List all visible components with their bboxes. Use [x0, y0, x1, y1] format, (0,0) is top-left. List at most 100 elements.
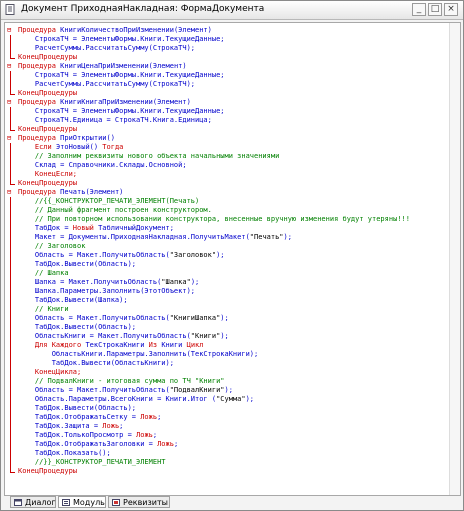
fold-toggle-icon[interactable]: ⊟: [7, 188, 16, 197]
code-token: ПриОткрытии(): [60, 134, 115, 142]
code-line: Склад = Справочники.Склады.Основной;: [18, 161, 187, 170]
code-token: Процедура: [18, 134, 61, 142]
code-line: КонецЕсли;: [18, 170, 77, 179]
fold-toggle-icon[interactable]: ⊟: [7, 26, 16, 35]
fold-guide-end: [10, 58, 15, 59]
code-line: // Заголовок: [18, 242, 86, 251]
code-token: // Заполним реквизиты нового объекта нач…: [18, 152, 280, 160]
code-token: Макет = Документы.ПриходнаяНакладная.Пол…: [18, 233, 250, 241]
code-token: "Книги": [190, 332, 221, 340]
title-bar[interactable]: Документ ПриходнаяНакладная: ФормаДокуме…: [1, 1, 463, 20]
fold-toggle-icon[interactable]: ⊟: [7, 134, 16, 143]
code-token: ТабДок.Вывести(Область);: [18, 404, 137, 412]
code-line: // Шапка: [18, 269, 69, 278]
code-token: Печать(Элемент): [60, 188, 124, 196]
code-token: Ложь: [136, 431, 153, 439]
fold-guide-end: [10, 94, 15, 95]
code-token: "ПодвалКниги": [169, 386, 225, 394]
code-line: ТабДок.Вывести(Область);: [18, 404, 136, 413]
code-line: ТабДок.Вывести(Область);: [18, 260, 136, 269]
code-token: ;: [152, 431, 158, 439]
code-token: Ложь: [140, 413, 158, 421]
code-line: Макет = Документы.ПриходнаяНакладная.Пол…: [18, 233, 292, 242]
code-token: ТабДок.Вывести(Область);: [18, 260, 137, 268]
code-line: Область = Макет.ПолучитьОбласть("КнигиШа…: [18, 314, 229, 323]
code-line: ТабДок.ОтображатьСетку = Ложь;: [18, 413, 161, 422]
dialog-icon: [14, 499, 22, 506]
code-line: Если ЭтоНовый() Тогда: [18, 143, 124, 152]
code-token: Область = Макет.ПолучитьОбласть(: [18, 314, 170, 322]
code-token: "КнигиШапка": [169, 314, 221, 322]
code-line: КонецЦикла;: [18, 368, 81, 377]
code-line: Область.Параметры.ВсегоКниги = Книги.Ито…: [18, 395, 254, 404]
code-token: ТабДок.ОтображатьЗаголовки =: [18, 440, 158, 448]
code-line: ТабДок.Вывести(Шапка);: [18, 296, 128, 305]
code-line: ТабДок.ТолькоПросмотр = Ложь;: [18, 431, 157, 440]
fold-guide: [10, 197, 11, 472]
code-token: ТекСтрокаКниги: [85, 341, 149, 349]
code-token: ;: [119, 422, 124, 430]
code-line: Процедура КнигиКоличествоПриИзменении(Эл…: [18, 26, 212, 35]
code-token: // Данный фрагмент построен конструкторо…: [18, 206, 212, 214]
code-token: КонецПроцедуры: [18, 89, 78, 97]
code-line: Процедура ПриОткрытии(): [18, 134, 115, 143]
minimize-button[interactable]: _: [412, 3, 426, 16]
code-token: СтрокаТЧ.Единица = СтрокаТЧ.Книга.Единиц…: [18, 116, 212, 124]
fold-guide: [10, 35, 11, 58]
code-line: //}}_КОНСТРУКТОР_ПЕЧАТИ_ЭЛЕМЕНТ: [18, 458, 166, 467]
code-line: КонецПроцедуры: [18, 125, 77, 134]
code-token: );: [283, 233, 292, 241]
code-line: РасчетСуммы.РассчитатьСумму(СтрокаТЧ);: [18, 80, 195, 89]
code-line: Область = Макет.ПолучитьОбласть("Заголов…: [18, 251, 225, 260]
tab-attributes[interactable]: Реквизиты: [108, 496, 170, 508]
tab-module[interactable]: Модуль: [58, 496, 106, 508]
code-line: //{{_КОНСТРУКТОР_ПЕЧАТИ_ЭЛЕМЕНТ(Печать): [18, 197, 199, 206]
code-token: );: [245, 395, 255, 403]
code-token: // Шапка: [18, 269, 69, 277]
code-token: Процедура: [18, 26, 61, 34]
tab-dialog[interactable]: Диалог: [10, 496, 56, 508]
code-token: ЭтоНовый(): [55, 143, 103, 151]
close-button[interactable]: ×: [444, 3, 458, 16]
module-icon: [62, 499, 70, 506]
fold-toggle-icon[interactable]: ⊟: [7, 98, 16, 107]
code-line: РасчетСуммы.РассчитатьСумму(СтрокаТЧ);: [18, 44, 195, 53]
module-tabs: Диалог Модуль Реквизиты: [4, 496, 459, 509]
code-token: // Книги: [18, 305, 69, 313]
code-token: Склад = Справочники.Склады.Основной;: [18, 161, 187, 169]
code-token: ТабДок.Вывести(ОбластьКниги);: [18, 359, 174, 367]
code-token: );: [216, 251, 225, 259]
code-token: РасчетСуммы.РассчитатьСумму(СтрокаТЧ);: [18, 44, 196, 52]
code-line: КонецПроцедуры: [18, 179, 77, 188]
code-line: ТабДок.ОтображатьЗаголовки = Ложь;: [18, 440, 178, 449]
code-token: СтрокаТЧ = ЭлементыФормы.Книги.ТекущиеДа…: [18, 35, 225, 43]
code-token: Ложь: [157, 440, 174, 448]
code-line: // Книги: [18, 305, 69, 314]
window-title: Документ ПриходнаяНакладная: ФормаДокуме…: [21, 4, 265, 14]
code-token: ОбластьКниги.Параметры.Заполнить(ТекСтро…: [18, 350, 259, 358]
attributes-icon: [112, 499, 120, 506]
code-token: КонецПроцедуры: [18, 125, 78, 133]
code-token: Область = Макет.ПолучитьОбласть(: [18, 251, 170, 259]
code-token: Процедура: [18, 62, 61, 70]
code-editor[interactable]: ⊟ Процедура КнигиКоличествоПриИзменении(Э…: [4, 22, 461, 496]
code-line: ТабДок.Защита = Ложь;: [18, 422, 124, 431]
code-token: СтрокаТЧ = ЭлементыФормы.Книги.ТекущиеДа…: [18, 71, 225, 79]
code-line: СтрокаТЧ.Единица = СтрокаТЧ.Книга.Единиц…: [18, 116, 212, 125]
code-token: );: [224, 386, 233, 394]
maximize-button[interactable]: □: [428, 3, 442, 16]
code-token: Область = Макет.ПолучитьОбласть(: [18, 386, 170, 394]
code-line: ТабДок.Вывести(ОбластьКниги);: [18, 359, 174, 368]
code-token: КонецПроцедуры: [18, 467, 78, 475]
code-line: ОбластьКниги = Макет.ПолучитьОбласть("Кн…: [18, 332, 229, 341]
code-token: ТабДок.Вывести(Шапка);: [18, 296, 128, 304]
code-token: Из: [148, 341, 162, 349]
vertical-scrollbar[interactable]: [449, 23, 460, 495]
code-token: Новый: [72, 224, 99, 232]
code-line: // ПодвалКниги - итоговая сумма по ТЧ "К…: [18, 377, 225, 386]
code-line: СтрокаТЧ = ЭлементыФормы.Книги.ТекущиеДа…: [18, 71, 225, 80]
code-token: ТабДок.Вывести(Область);: [18, 323, 137, 331]
fold-toggle-icon[interactable]: ⊟: [7, 62, 16, 71]
code-token: Если: [18, 143, 56, 151]
code-token: // При повторном использовании конструкт…: [18, 215, 410, 223]
